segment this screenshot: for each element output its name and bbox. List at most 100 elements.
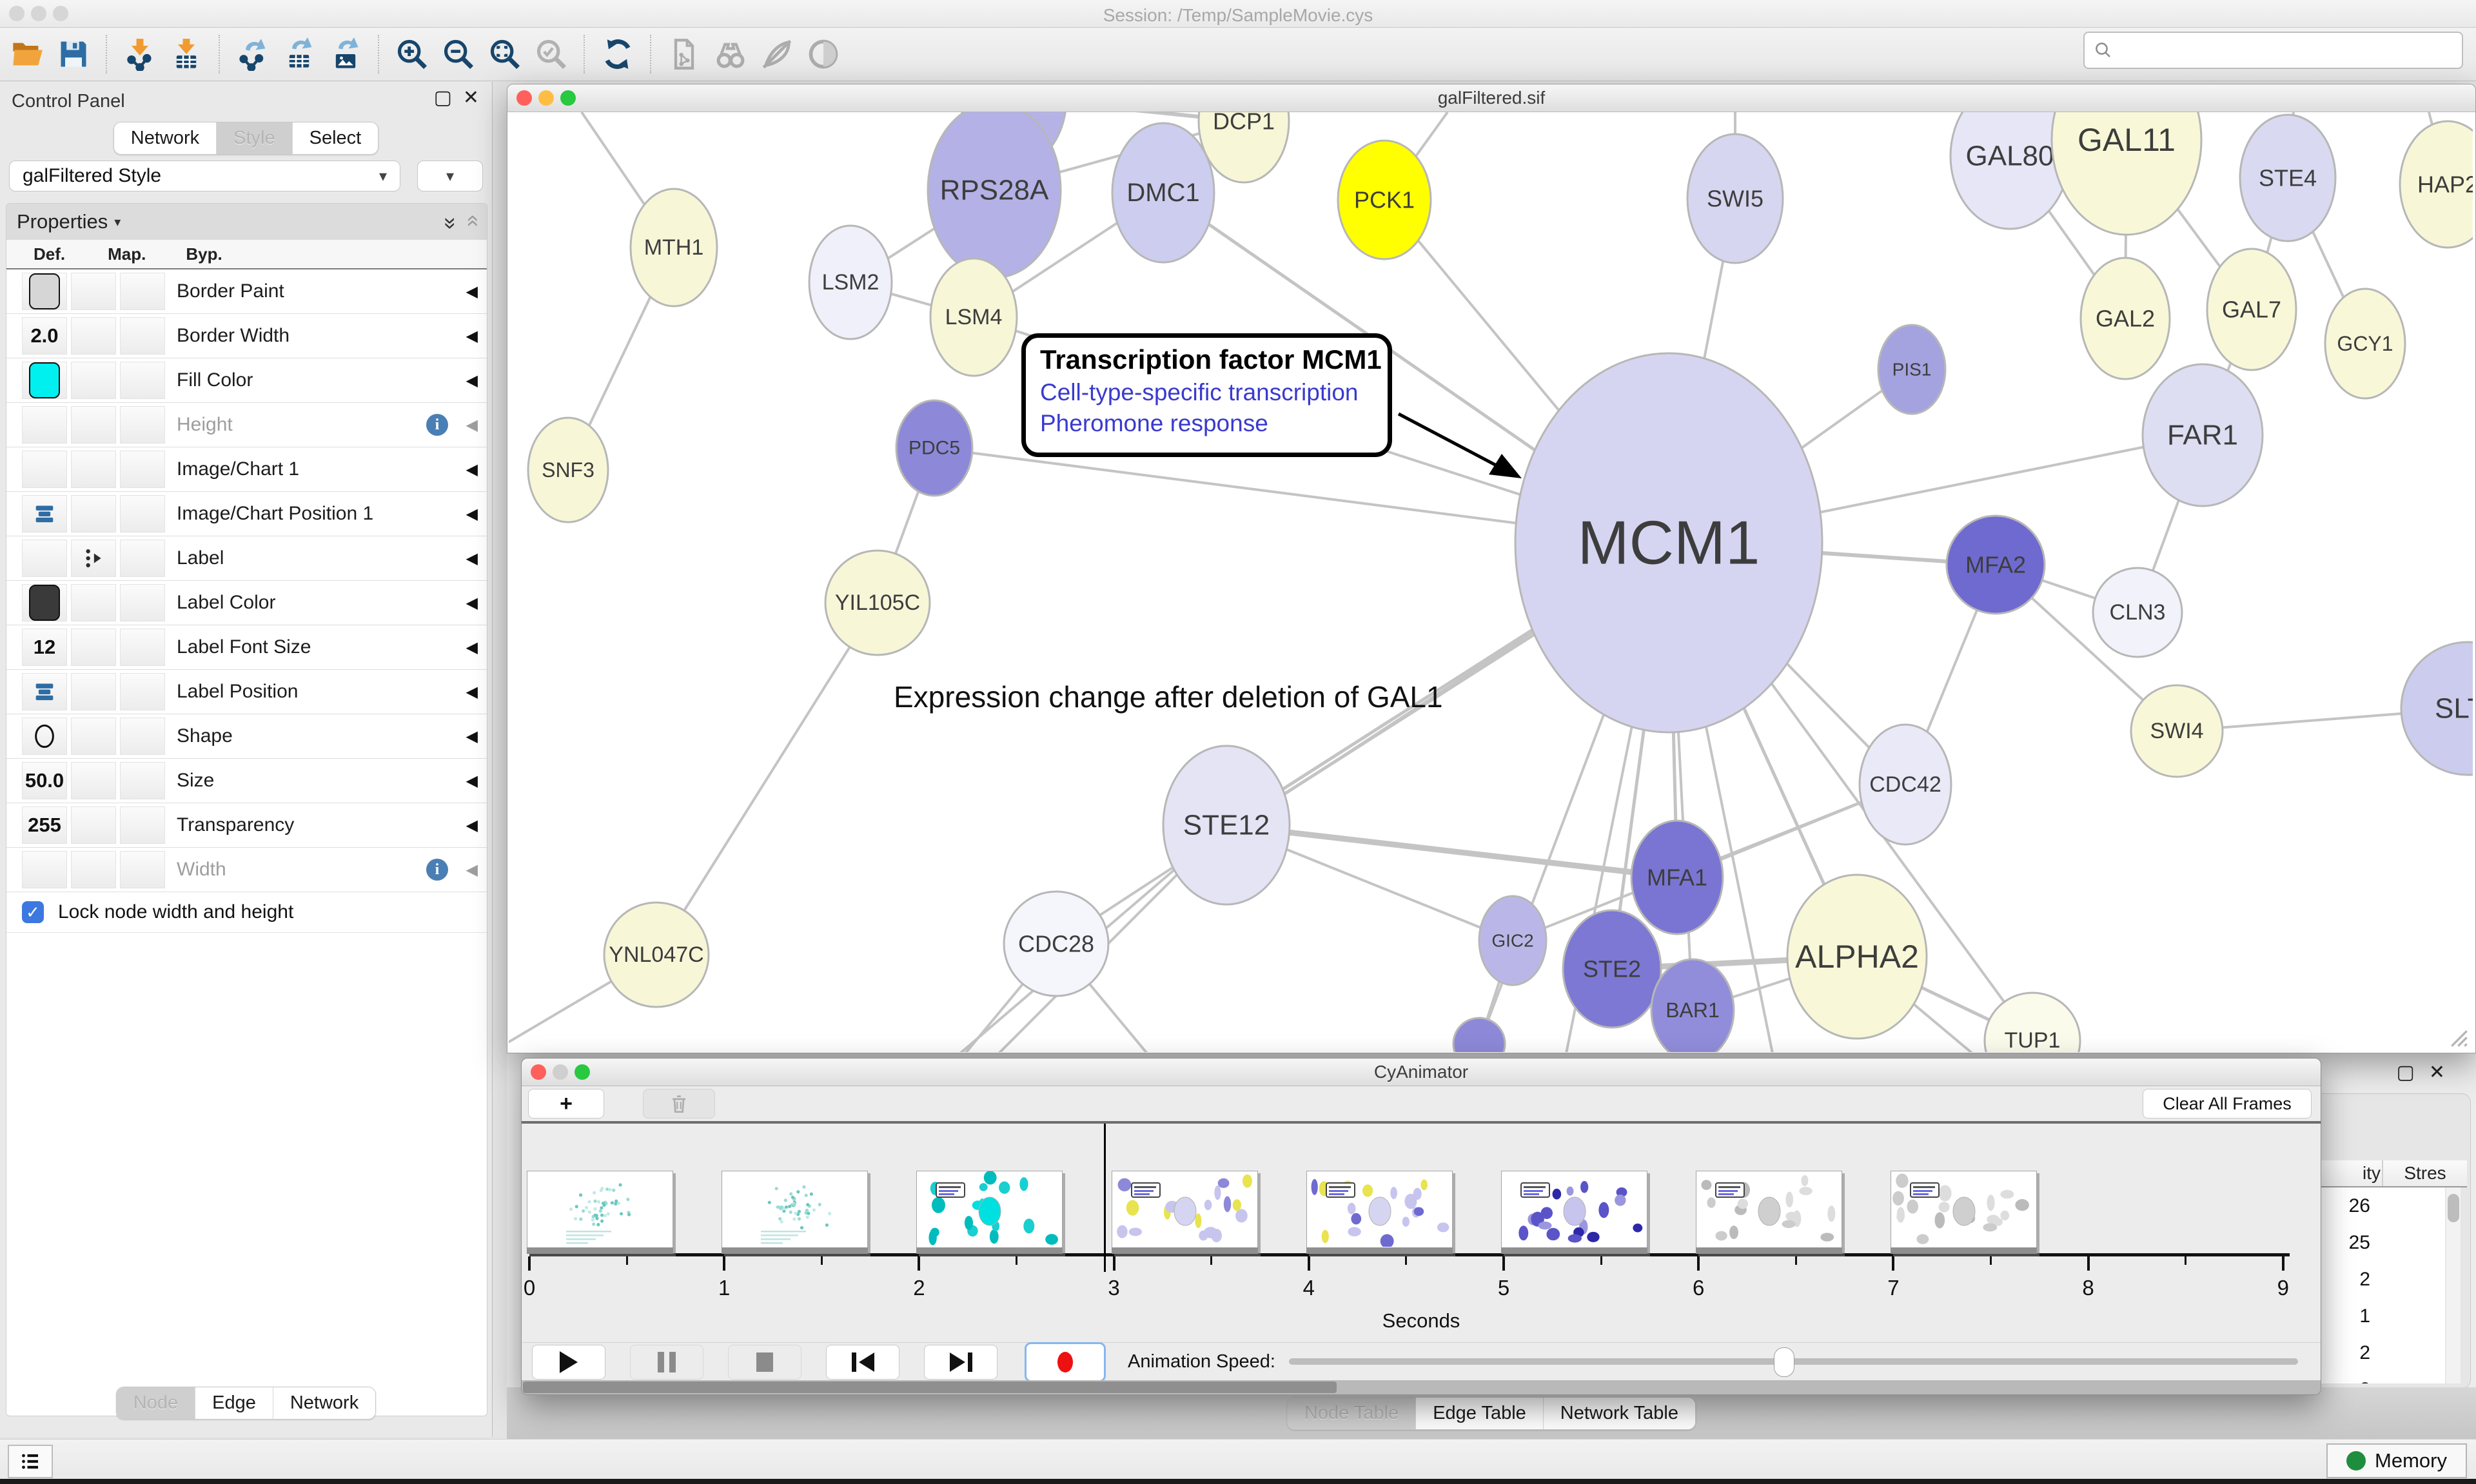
bypass-cell[interactable] [120, 317, 165, 355]
expand-row-icon[interactable]: ◀ [466, 772, 478, 790]
stop-button[interactable] [728, 1345, 801, 1380]
mapping-cell[interactable] [71, 317, 116, 355]
property-row-border-paint[interactable]: Border Paint◀ [6, 269, 487, 314]
mapping-cell[interactable] [71, 718, 116, 755]
record-button[interactable] [1025, 1342, 1106, 1382]
frame-thumbnail-1[interactable] [722, 1171, 868, 1254]
network-edge[interactable] [656, 603, 878, 955]
mapping-cell[interactable] [71, 362, 116, 399]
mapping-cell[interactable] [71, 495, 116, 532]
property-row-label[interactable]: Label◀ [6, 536, 487, 581]
tab-network-table[interactable]: Network Table [1543, 1398, 1695, 1429]
window-minimize-icon[interactable] [553, 1064, 568, 1080]
expand-row-icon[interactable]: ◀ [466, 460, 478, 479]
bypass-cell[interactable] [120, 362, 165, 399]
expand-row-icon[interactable]: ◀ [466, 683, 478, 701]
property-row-image-chart-1[interactable]: Image/Chart 1◀ [6, 447, 487, 492]
property-row-width[interactable]: Widthi◀ [6, 848, 487, 892]
style-options-button[interactable]: ▾ [417, 161, 483, 191]
frame-thumbnail-0[interactable] [527, 1171, 673, 1254]
save-session-icon[interactable] [54, 34, 93, 74]
expand-row-icon[interactable]: ◀ [466, 861, 478, 879]
bypass-cell[interactable] [120, 273, 165, 310]
mapping-cell[interactable] [71, 806, 116, 844]
window-close-icon[interactable] [531, 1064, 546, 1080]
expand-row-icon[interactable]: ◀ [466, 505, 478, 523]
pause-button[interactable] [630, 1345, 703, 1380]
expand-row-icon[interactable]: ◀ [466, 727, 478, 746]
control-panel-float-icon[interactable]: ▢ [434, 88, 452, 108]
annotation-link[interactable]: Cell-type-specific transcription [1040, 379, 1388, 406]
default-cell[interactable] [22, 584, 67, 621]
table-row[interactable]: 1 [2316, 1298, 2445, 1334]
scrollbar-thumb[interactable] [523, 1381, 1337, 1393]
skip-to-start-button[interactable] [826, 1345, 899, 1380]
bypass-cell[interactable] [120, 406, 165, 444]
resize-grip[interactable] [2443, 1022, 2469, 1048]
mapping-cell[interactable] [71, 629, 116, 666]
bypass-cell[interactable] [120, 762, 165, 799]
default-cell[interactable] [22, 451, 67, 488]
mapping-cell[interactable] [71, 273, 116, 310]
tab-network[interactable]: Network [114, 122, 216, 154]
window-close-icon[interactable] [516, 90, 532, 106]
export-image-icon[interactable] [326, 34, 366, 74]
style-selector[interactable]: galFiltered Style ▾ [9, 161, 400, 191]
frame-thumbnail-3[interactable] [1112, 1171, 1258, 1254]
annotation-link[interactable]: Pheromone response [1040, 410, 1388, 437]
default-cell[interactable] [22, 362, 67, 399]
default-cell[interactable] [22, 273, 67, 310]
bypass-cell[interactable] [120, 673, 165, 710]
mapping-cell[interactable] [71, 673, 116, 710]
tab-network[interactable]: Network [273, 1387, 375, 1419]
expand-row-icon[interactable]: ◀ [466, 416, 478, 434]
tab-node[interactable]: Node [117, 1387, 195, 1419]
property-row-border-width[interactable]: 2.0Border Width◀ [6, 314, 487, 358]
node-table-scrollbar[interactable] [2446, 1187, 2461, 1383]
skip-to-end-button[interactable] [924, 1345, 997, 1380]
window-zoom-icon[interactable] [575, 1064, 590, 1080]
network-window-titlebar[interactable]: galFiltered.sif [507, 84, 2475, 112]
add-frame-button[interactable]: + [528, 1089, 604, 1118]
bypass-cell[interactable] [120, 718, 165, 755]
default-cell[interactable] [22, 540, 67, 577]
mapping-cell[interactable] [71, 762, 116, 799]
network-node-purp1[interactable] [1453, 1018, 1505, 1052]
task-history-button[interactable] [8, 1445, 53, 1478]
table-panel-float-icon[interactable]: ▢ [2397, 1062, 2429, 1083]
tab-node-table[interactable]: Node Table [1288, 1398, 1415, 1429]
export-network-icon[interactable] [233, 34, 273, 74]
cyanimator-scrollbar[interactable] [522, 1380, 2321, 1394]
default-cell[interactable]: 50.0 [22, 762, 67, 799]
expand-row-icon[interactable]: ◀ [466, 638, 478, 657]
expand-row-icon[interactable]: ◀ [466, 549, 478, 568]
default-cell[interactable] [22, 406, 67, 444]
bypass-cell[interactable] [120, 540, 165, 577]
clear-all-frames-button[interactable]: Clear All Frames [2143, 1089, 2312, 1118]
table-panel-close-icon[interactable]: ✕ [2429, 1062, 2459, 1083]
bypass-cell[interactable] [120, 451, 165, 488]
search-input[interactable] [2083, 32, 2463, 69]
expand-row-icon[interactable]: ◀ [466, 816, 478, 835]
frame-thumbnail-2[interactable] [916, 1171, 1063, 1254]
animation-speed-slider[interactable] [1289, 1358, 2298, 1365]
default-cell[interactable] [22, 718, 67, 755]
tab-style[interactable]: Style [216, 122, 291, 154]
properties-header[interactable]: Properties ▾ » » [6, 204, 487, 240]
mapping-cell[interactable] [71, 851, 116, 888]
table-row[interactable]: 25 [2316, 1224, 2445, 1261]
default-cell[interactable] [22, 495, 67, 532]
table-row[interactable]: 2 [2316, 1371, 2445, 1383]
default-cell[interactable] [22, 851, 67, 888]
timeline-playhead[interactable] [1104, 1124, 1106, 1272]
lock-node-size-checkbox[interactable]: ✓ [22, 901, 44, 923]
property-row-fill-color[interactable]: Fill Color◀ [6, 358, 487, 403]
slider-thumb[interactable] [1774, 1347, 1794, 1377]
property-row-size[interactable]: 50.0Size◀ [6, 759, 487, 803]
property-row-transparency[interactable]: 255Transparency◀ [6, 803, 487, 848]
annotation-box[interactable]: Transcription factor MCM1 Cell-type-spec… [1021, 333, 1392, 457]
default-cell[interactable]: 12 [22, 629, 67, 666]
zoom-out-icon[interactable] [438, 34, 478, 74]
network-canvas[interactable]: RPS28BDCP1RPS28ADMC1PCK1SWI5GAL80GAL11ST… [509, 112, 2473, 1052]
default-cell[interactable] [22, 673, 67, 710]
